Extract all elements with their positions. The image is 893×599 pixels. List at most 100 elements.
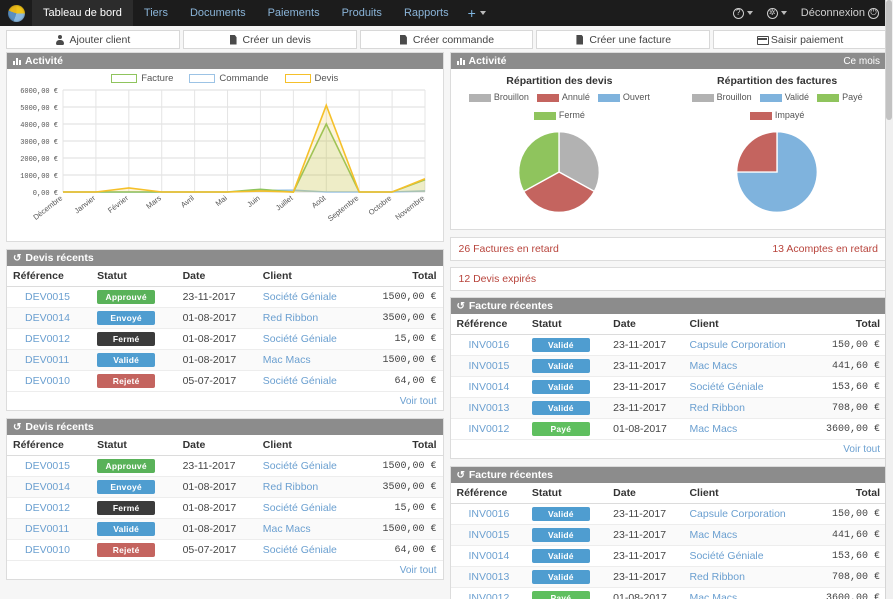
nav-add-menu[interactable]: +: [460, 0, 494, 26]
reference-link[interactable]: INV0015: [469, 529, 510, 541]
add-client-button[interactable]: Ajouter client: [6, 30, 180, 49]
reference-link[interactable]: INV0015: [469, 360, 510, 372]
reference-link[interactable]: DEV0012: [25, 502, 70, 514]
reference-link[interactable]: DEV0015: [25, 460, 70, 472]
table-row[interactable]: INV0015 Validé 23-11-2017 Mac Macs 441,60 €: [450, 524, 886, 546]
see-all-link[interactable]: Voir tout: [400, 396, 437, 407]
table-row[interactable]: DEV0015 Approuvé 23-11-2017 Société Géniale…: [7, 286, 443, 308]
pie-legend-entry-annulé[interactable]: Annulé: [536, 92, 590, 102]
pie-legend-entry-fermé[interactable]: Fermé: [533, 110, 585, 120]
legend-entry-commande[interactable]: Commande: [189, 73, 269, 84]
table-row[interactable]: DEV0012 Fermé 01-08-2017 Société Géniale 15,…: [7, 497, 443, 519]
reference-link[interactable]: INV0012: [469, 592, 510, 599]
client-link[interactable]: Capsule Corporation: [689, 508, 785, 520]
reference-link[interactable]: INV0014: [469, 550, 510, 562]
table-row[interactable]: DEV0011 Validé 01-08-2017 Mac Macs 1500,00 €: [7, 349, 443, 371]
cell-client: Société Géniale: [256, 370, 362, 392]
table-row[interactable]: DEV0011 Validé 01-08-2017 Mac Macs 1500,00 €: [7, 518, 443, 540]
period-label[interactable]: Ce mois: [843, 56, 880, 67]
pie-legend-entry-impayé[interactable]: Impayé: [749, 110, 804, 120]
nav-item-tableau-de-bord[interactable]: Tableau de bord: [32, 0, 133, 26]
table-row[interactable]: DEV0015 Approuvé 23-11-2017 Société Géniale…: [7, 455, 443, 477]
reference-link[interactable]: INV0013: [469, 571, 510, 583]
late-invoices-link[interactable]: 26 Factures en retard: [459, 243, 559, 255]
app-logo[interactable]: [0, 0, 32, 26]
create-quote-button[interactable]: Créer un devis: [182, 30, 357, 49]
table-row[interactable]: DEV0012 Fermé 01-08-2017 Société Géniale 15,…: [7, 328, 443, 350]
reference-link[interactable]: INV0016: [469, 339, 510, 351]
pie-legend-entry-payé[interactable]: Payé: [817, 92, 863, 102]
legend-swatch: [691, 93, 714, 102]
pie-legend-entry-ouvert[interactable]: Ouvert: [597, 92, 650, 102]
record-payment-button[interactable]: Saisir paiement: [713, 30, 887, 49]
see-all-link[interactable]: Voir tout: [400, 565, 437, 576]
expired-quotes-link[interactable]: 12 Devis expirés: [459, 273, 537, 285]
nav-item-documents[interactable]: Documents: [179, 0, 257, 26]
pie-legend-entry-brouillon[interactable]: Brouillon: [691, 92, 752, 102]
client-link[interactable]: Société Géniale: [689, 381, 763, 393]
client-link[interactable]: Société Géniale: [263, 502, 337, 514]
nav-item-rapports[interactable]: Rapports: [393, 0, 460, 26]
reference-link[interactable]: INV0012: [469, 423, 510, 435]
create-invoice-button[interactable]: Créer une facture: [536, 30, 711, 49]
reference-link[interactable]: DEV0011: [25, 354, 69, 366]
reference-link[interactable]: DEV0010: [25, 544, 70, 556]
see-all-link[interactable]: Voir tout: [843, 444, 880, 455]
reference-link[interactable]: INV0014: [469, 381, 510, 393]
table-row[interactable]: INV0015 Validé 23-11-2017 Mac Macs 441,60 €: [450, 355, 886, 377]
scrollbar-thumb[interactable]: [886, 0, 892, 120]
reference-link[interactable]: DEV0014: [25, 312, 70, 324]
page-scrollbar[interactable]: [885, 0, 893, 599]
reference-link[interactable]: INV0013: [469, 402, 510, 414]
client-link[interactable]: Mac Macs: [263, 354, 311, 366]
reference-link[interactable]: INV0016: [469, 508, 510, 520]
reference-link[interactable]: DEV0010: [25, 375, 70, 387]
pie-legend-entry-brouillon[interactable]: Brouillon: [468, 92, 529, 102]
client-link[interactable]: Société Géniale: [263, 375, 337, 387]
table-row[interactable]: INV0013 Validé 23-11-2017 Red Ribbon 708,00 …: [450, 397, 886, 419]
reference-link[interactable]: DEV0011: [25, 523, 69, 535]
client-link[interactable]: Mac Macs: [689, 360, 737, 372]
table-row[interactable]: DEV0014 Envoyé 01-08-2017 Red Ribbon 3500,00…: [7, 476, 443, 498]
help-menu[interactable]: ?: [732, 7, 753, 19]
client-link[interactable]: Société Géniale: [263, 460, 337, 472]
table-row[interactable]: INV0014 Validé 23-11-2017 Société Géniale 15…: [450, 545, 886, 567]
nav-item-paiements[interactable]: Paiements: [257, 0, 331, 26]
late-downpayments-link[interactable]: 13 Acomptes en retard: [772, 243, 878, 255]
table-row[interactable]: INV0012 Payé 01-08-2017 Mac Macs 3600,00 €: [450, 418, 886, 440]
reference-link[interactable]: DEV0014: [25, 481, 70, 493]
client-link[interactable]: Mac Macs: [263, 523, 311, 535]
client-link[interactable]: Mac Macs: [689, 529, 737, 541]
client-link[interactable]: Société Géniale: [263, 333, 337, 345]
table-row[interactable]: INV0016 Validé 23-11-2017 Capsule Corporati…: [450, 334, 886, 356]
client-link[interactable]: Red Ribbon: [263, 481, 318, 493]
client-link[interactable]: Red Ribbon: [263, 312, 318, 324]
nav-item-tiers[interactable]: Tiers: [133, 0, 179, 26]
reference-link[interactable]: DEV0015: [25, 291, 70, 303]
table-row[interactable]: DEV0014 Envoyé 01-08-2017 Red Ribbon 3500,00…: [7, 307, 443, 329]
client-link[interactable]: Société Géniale: [263, 544, 337, 556]
client-link[interactable]: Société Géniale: [263, 291, 337, 303]
client-link[interactable]: Capsule Corporation: [689, 339, 785, 351]
settings-menu[interactable]: ✲: [766, 7, 787, 19]
client-link[interactable]: Mac Macs: [689, 423, 737, 435]
table-row[interactable]: INV0016 Validé 23-11-2017 Capsule Corporati…: [450, 503, 886, 525]
create-order-button[interactable]: Créer commande: [359, 30, 534, 49]
table-row[interactable]: INV0012 Payé 01-08-2017 Mac Macs 3600,00 €: [450, 587, 886, 599]
table-row[interactable]: INV0014 Validé 23-11-2017 Société Géniale 15…: [450, 376, 886, 398]
client-link[interactable]: Red Ribbon: [689, 402, 744, 414]
table-row[interactable]: DEV0010 Rejeté 05-07-2017 Société Géniale 64…: [7, 370, 443, 392]
logout-button[interactable]: Déconnexion ⏻: [801, 7, 879, 19]
reference-link[interactable]: DEV0012: [25, 333, 70, 345]
pie-legend-entry-validé[interactable]: Validé: [759, 92, 809, 102]
nav-item-produits[interactable]: Produits: [331, 0, 393, 26]
client-link[interactable]: Red Ribbon: [689, 571, 744, 583]
cell-total: 3500,00 €: [361, 307, 443, 329]
legend-entry-devis[interactable]: Devis: [284, 73, 338, 84]
legend-entry-facture[interactable]: Facture: [111, 73, 173, 84]
client-link[interactable]: Mac Macs: [689, 592, 737, 599]
cell-client: Société Géniale: [683, 376, 810, 398]
table-row[interactable]: DEV0010 Rejeté 05-07-2017 Société Géniale 64…: [7, 539, 443, 561]
client-link[interactable]: Société Géniale: [689, 550, 763, 562]
table-row[interactable]: INV0013 Validé 23-11-2017 Red Ribbon 708,00 …: [450, 566, 886, 588]
